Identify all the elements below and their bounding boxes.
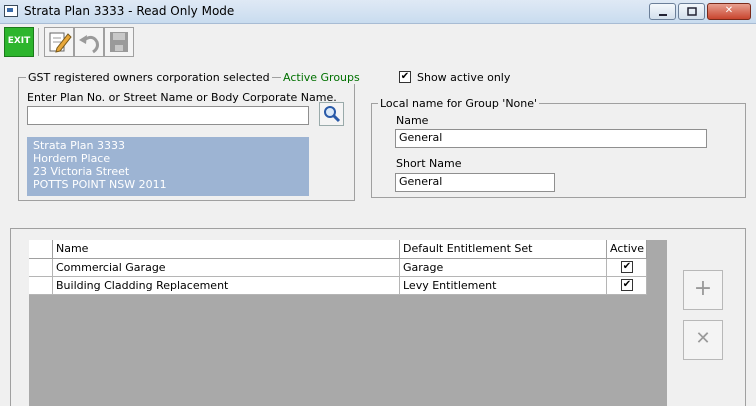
app-icon <box>4 5 18 17</box>
minimize-button[interactable] <box>649 3 676 20</box>
edit-icon <box>49 32 72 53</box>
minimize-icon <box>658 14 667 16</box>
local-name-legend: Local name for Group 'None' <box>378 97 540 110</box>
table-cell-name[interactable]: Building Cladding Replacement <box>53 277 400 295</box>
show-active-only-label: Show active only <box>417 71 511 84</box>
maximize-icon <box>686 7 697 16</box>
table-cell-entitlement-set[interactable]: Levy Entitlement <box>400 277 607 295</box>
save-button[interactable] <box>104 27 134 57</box>
name-label: Name <box>396 114 429 127</box>
row-indicator[interactable] <box>29 259 53 277</box>
short-name-input[interactable]: General <box>395 173 555 192</box>
edit-button[interactable] <box>44 27 74 57</box>
gst-group-legend: GST registered owners corporation select… <box>26 71 272 84</box>
undo-icon <box>79 35 99 54</box>
table-cell-entitlement-set[interactable]: Garage <box>400 259 607 277</box>
search-icon <box>324 106 341 123</box>
toolbar: EXIT <box>0 24 756 60</box>
close-icon: ✕ <box>724 5 734 16</box>
window-title: Strata Plan 3333 - Read Only Mode <box>24 4 235 18</box>
active-checkbox[interactable]: ✔ <box>621 279 633 291</box>
table-cell-name[interactable]: Commercial Garage <box>53 259 400 277</box>
add-group-button[interactable]: + <box>683 270 723 310</box>
address-line: 23 Victoria Street <box>33 165 130 178</box>
column-header-entitlement-set[interactable]: Default Entitlement Set <box>400 240 607 259</box>
close-button[interactable]: ✕ <box>707 3 751 20</box>
undo-button[interactable] <box>74 27 104 57</box>
active-groups-link[interactable]: Active Groups <box>281 71 362 84</box>
address-box: Strata Plan 3333 Hordern Place 23 Victor… <box>27 137 309 196</box>
row-indicator-header <box>29 240 53 259</box>
plan-search-input[interactable] <box>27 106 309 125</box>
column-header-name[interactable]: Name <box>53 240 400 259</box>
maximize-button[interactable] <box>678 3 705 20</box>
toolbar-separator <box>38 28 39 56</box>
delete-icon: ✕ <box>695 328 711 349</box>
address-line: Strata Plan 3333 <box>33 139 126 152</box>
exit-button[interactable]: EXIT <box>4 27 34 57</box>
remove-group-button[interactable]: ✕ <box>683 320 723 360</box>
show-active-only-checkbox[interactable]: ✔ <box>399 71 411 83</box>
groups-grid: Name Default Entitlement Set Active Comm… <box>29 240 667 406</box>
name-input[interactable]: General <box>395 129 707 148</box>
save-icon <box>110 32 128 52</box>
column-header-active[interactable]: Active <box>607 240 647 259</box>
address-line: POTTS POINT NSW 2011 <box>33 178 167 191</box>
search-prompt: Enter Plan No. or Street Name or Body Co… <box>27 91 337 104</box>
plus-icon: + <box>693 276 713 301</box>
search-button[interactable] <box>319 102 344 126</box>
row-indicator[interactable] <box>29 277 53 295</box>
table-cell-active[interactable]: ✔ <box>607 259 647 277</box>
title-bar: Strata Plan 3333 - Read Only Mode ✕ <box>0 0 756 24</box>
active-checkbox[interactable]: ✔ <box>621 261 633 273</box>
exit-label: EXIT <box>7 36 31 46</box>
short-name-label: Short Name <box>396 157 462 170</box>
address-line: Hordern Place <box>33 152 111 165</box>
table-cell-active[interactable]: ✔ <box>607 277 647 295</box>
